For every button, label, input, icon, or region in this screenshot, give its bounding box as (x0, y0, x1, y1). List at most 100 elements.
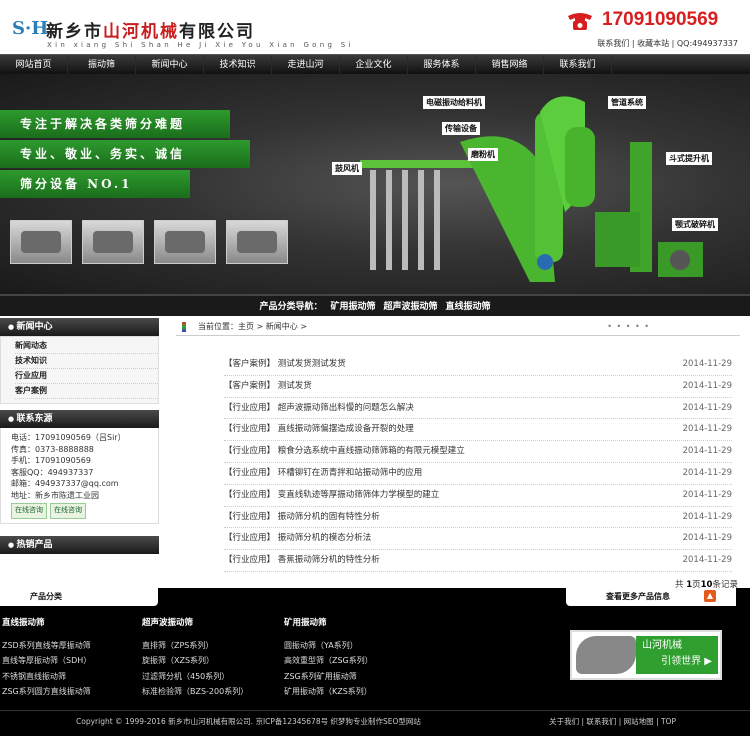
news-title[interactable]: 【行业应用】 振动筛分机的固有特性分析 (224, 507, 380, 528)
news-title[interactable]: 【行业应用】 变直线轨迹等厚振动筛筛体力学模型的建立 (224, 485, 439, 506)
category-link[interactable]: 旋振筛（XZS系列） (142, 653, 248, 669)
news-row[interactable]: 【客户案例】 测试发货 2014-11-29 (224, 376, 732, 398)
sidebar-item-tech[interactable]: 技术知识 (15, 354, 158, 369)
product-thumbnail[interactable] (226, 220, 288, 264)
callout-blower: 鼓风机 (332, 162, 362, 175)
news-title[interactable]: 【行业应用】 振动筛分机的模态分析法 (224, 528, 371, 549)
product-category-tab[interactable]: 产品分类 (0, 588, 158, 606)
news-date: 2014-11-29 (682, 359, 732, 369)
nav-item-contact[interactable]: 联系我们 (544, 55, 612, 74)
sidebar: 新闻中心 新闻动态 技术知识 行业应用 客户案例 联系东源 电话：1709109… (0, 318, 159, 554)
news-row[interactable]: 【行业应用】 振动筛分机的固有特性分析 2014-11-29 (224, 507, 732, 529)
news-category: 【客户案例】 (224, 380, 276, 391)
news-title[interactable]: 【客户案例】 测试发货 (224, 376, 312, 397)
news-row[interactable]: 【行业应用】 直线振动筛偏摆造成设备开裂的处理 2014-11-29 (224, 419, 732, 442)
news-title[interactable]: 【客户案例】 测试发货测试发货 (224, 354, 346, 375)
breadcrumb: 当前位置：主页 > 新闻中心 > • • • • • (176, 318, 740, 336)
contact-phone: 电话：17091090569（吕Sir） (11, 433, 126, 442)
category-link[interactable]: 矿用振动筛（KZS系列） (284, 684, 373, 700)
category-link[interactable]: 标准检验筛（BZS-200系列） (142, 684, 248, 700)
contact-info: 电话：17091090569（吕Sir） 传真：0373-8888888 手机：… (0, 428, 159, 524)
sidebar-item-news[interactable]: 新闻动态 (15, 339, 158, 354)
nav-item-home[interactable]: 网站首页 (0, 55, 68, 74)
logo-mark[interactable]: S·H (12, 18, 48, 39)
company-name: 新乡市山河机械有限公司 (46, 17, 255, 42)
news-title[interactable]: 【行业应用】 直线振动筛偏摆造成设备开裂的处理 (224, 419, 414, 440)
news-title-text[interactable]: 环槽铆钉在沥青拌和站振动筛中的应用 (278, 468, 423, 478)
nav-item-about[interactable]: 走进山河 (272, 55, 340, 74)
news-title-text[interactable]: 测试发货 (278, 381, 312, 391)
news-title-text[interactable]: 香蕉振动筛分机的特性分析 (278, 555, 380, 565)
nav-item-news[interactable]: 新闻中心 (136, 55, 204, 74)
news-title-text[interactable]: 超声波振动筛出料慢的问题怎么解决 (278, 403, 414, 413)
news-title-text[interactable]: 直线振动筛偏摆造成设备开裂的处理 (278, 424, 414, 434)
news-category: 【行业应用】 (224, 446, 276, 457)
nav-item-service[interactable]: 服务体系 (408, 55, 476, 74)
product-thumbnail[interactable] (82, 220, 144, 264)
brand-badge[interactable]: 山河机械引领世界 ▶ (570, 630, 722, 680)
product-nav-item[interactable]: 超声波振动筛 (384, 302, 438, 312)
category-title[interactable]: 直线振动筛 (2, 616, 91, 632)
category-link[interactable]: ZSD系列直线等厚振动筛 (2, 638, 91, 654)
more-arrow-icon[interactable]: ▲ (704, 590, 716, 602)
product-nav-item[interactable]: 矿用振动筛 (330, 302, 375, 312)
category-link[interactable]: 高效重型筛（ZSG系列） (284, 653, 373, 669)
category-title[interactable]: 矿用振动筛 (284, 616, 373, 632)
nav-item-vibrating-screen[interactable]: 振动筛 (68, 55, 136, 74)
contact-email: 邮箱：494937337@qq.com (11, 479, 119, 488)
news-row[interactable]: 【行业应用】 粮食分选系统中直线振动筛筛箱的有限元模型建立 2014-11-29 (224, 441, 732, 463)
news-title-text[interactable]: 变直线轨迹等厚振动筛筛体力学模型的建立 (278, 490, 440, 500)
news-title-text[interactable]: 粮食分选系统中直线振动筛筛箱的有限元模型建立 (278, 446, 465, 456)
breadcrumb-text[interactable]: 当前位置：主页 > 新闻中心 > (198, 322, 307, 331)
badge-line2: 引领世界 ▶ (661, 656, 712, 667)
news-row[interactable]: 【客户案例】 测试发货测试发货 2014-11-29 (224, 354, 732, 376)
sidebar-item-cases[interactable]: 客户案例 (15, 384, 158, 399)
news-title-text[interactable]: 振动筛分机的固有特性分析 (278, 512, 380, 522)
sidebar-news-list: 新闻动态 技术知识 行业应用 客户案例 (0, 336, 159, 404)
product-thumbnail[interactable] (10, 220, 72, 264)
news-row[interactable]: 【行业应用】 香蕉振动筛分机的特性分析 2014-11-29 (224, 550, 732, 572)
footer-links[interactable]: 关于我们 | 联系我们 | 网站地图 | TOP (549, 711, 676, 733)
category-title[interactable]: 超声波振动筛 (142, 616, 248, 632)
contact-mobile: 手机：17091090569 (11, 456, 91, 465)
badge-line1: 山河机械 (642, 640, 682, 651)
top-links[interactable]: 联系我们 | 收藏本站 | QQ:494937337 (597, 38, 738, 49)
news-title[interactable]: 【行业应用】 超声波振动筛出料慢的问题怎么解决 (224, 398, 414, 419)
nav-item-sales[interactable]: 销售网络 (476, 55, 544, 74)
news-date: 2014-11-29 (682, 511, 732, 522)
product-nav-item[interactable]: 直线振动筛 (446, 302, 491, 312)
news-title[interactable]: 【行业应用】 香蕉振动筛分机的特性分析 (224, 550, 380, 571)
news-title[interactable]: 【行业应用】 粮食分选系统中直线振动筛筛箱的有限元模型建立 (224, 441, 465, 462)
company-name-red: 山河机械 (103, 22, 179, 42)
category-link[interactable]: 直排筛（ZPS系列） (142, 638, 248, 654)
news-row[interactable]: 【行业应用】 变直线轨迹等厚振动筛筛体力学模型的建立 2014-11-29 (224, 485, 732, 507)
bottom-section: 产品分类 查看更多产品信息 ▲ 直线振动筛 ZSD系列直线等厚振动筛 直线等厚振动… (0, 588, 750, 736)
category-link[interactable]: ZSG系列矿用振动筛 (284, 669, 373, 685)
category-link[interactable]: 直线等厚振动筛（SDH） (2, 653, 91, 669)
more-products-tab[interactable]: 查看更多产品信息 ▲ (566, 588, 736, 606)
sidebar-item-industry[interactable]: 行业应用 (15, 369, 158, 384)
news-row[interactable]: 【行业应用】 环槽铆钉在沥青拌和站振动筛中的应用 2014-11-29 (224, 463, 732, 485)
category-link[interactable]: ZSG系列圆方直线振动筛 (2, 684, 91, 700)
qq-chat-button[interactable]: 在线咨询 (11, 503, 47, 519)
news-row[interactable]: 【行业应用】 振动筛分机的模态分析法 2014-11-29 (224, 528, 732, 551)
callout-conveyor: 传输设备 (442, 122, 480, 135)
callout-jaw-crusher: 颚式破碎机 (672, 218, 718, 231)
news-title-text[interactable]: 振动筛分机的模态分析法 (278, 533, 372, 543)
news-list: 【客户案例】 测试发货测试发货 2014-11-29 【客户案例】 测试发货 2014… (176, 354, 740, 572)
category-link[interactable]: 不锈钢直线振动筛 (2, 669, 91, 685)
news-date: 2014-11-29 (682, 380, 732, 391)
news-category: 【行业应用】 (224, 467, 276, 478)
news-title[interactable]: 【行业应用】 环槽铆钉在沥青拌和站振动筛中的应用 (224, 463, 422, 484)
news-title-text[interactable]: 测试发货测试发货 (278, 359, 346, 369)
product-thumbnail[interactable] (154, 220, 216, 264)
category-link[interactable]: 过滤筛分机（450系列） (142, 669, 248, 685)
machinery-illustration (360, 96, 703, 282)
product-nav: 产品分类导航： 矿用振动筛 超声波振动筛 直线振动筛 (0, 294, 750, 316)
nav-item-culture[interactable]: 企业文化 (340, 55, 408, 74)
nav-item-tech[interactable]: 技术知识 (204, 55, 272, 74)
news-row[interactable]: 【行业应用】 超声波振动筛出料慢的问题怎么解决 2014-11-29 (224, 398, 732, 420)
qq-chat-button[interactable]: 在线咨询 (50, 503, 86, 519)
category-link[interactable]: 圆振动筛（YA系列） (284, 638, 373, 654)
news-date: 2014-11-29 (682, 424, 732, 435)
